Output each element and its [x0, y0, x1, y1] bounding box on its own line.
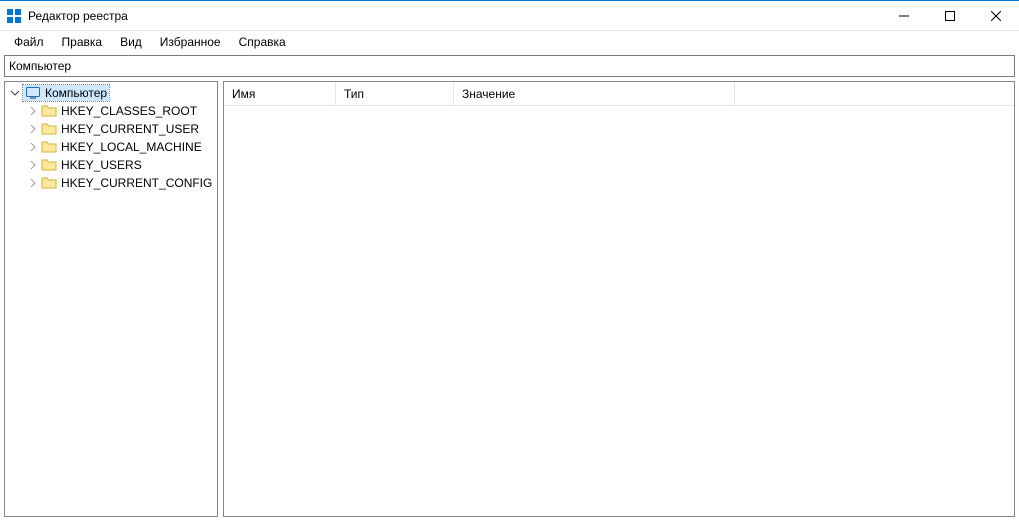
- tree-root-label: Компьютер: [45, 86, 107, 100]
- folder-icon: [41, 139, 57, 155]
- tree-item-label: HKEY_CURRENT_CONFIG: [61, 176, 212, 190]
- window-controls: [881, 1, 1019, 30]
- menu-edit[interactable]: Правка: [54, 33, 111, 51]
- tree-item-hkcr[interactable]: HKEY_CLASSES_ROOT: [5, 102, 217, 120]
- list-pane[interactable]: Имя Тип Значение: [223, 81, 1015, 517]
- menubar: Файл Правка Вид Избранное Справка: [0, 31, 1019, 53]
- column-header-name[interactable]: Имя: [224, 82, 336, 105]
- column-header-filler: [735, 82, 1015, 105]
- maximize-button[interactable]: [927, 1, 973, 30]
- menu-help[interactable]: Справка: [231, 33, 294, 51]
- list-header: Имя Тип Значение: [224, 82, 1014, 106]
- tree-item-label: HKEY_LOCAL_MACHINE: [61, 140, 202, 154]
- tree-root[interactable]: Компьютер: [5, 84, 217, 102]
- tree-item-label: HKEY_CURRENT_USER: [61, 122, 199, 136]
- window-title: Редактор реестра: [28, 9, 128, 23]
- minimize-button[interactable]: [881, 1, 927, 30]
- regedit-app-icon: [6, 8, 22, 24]
- chevron-right-icon[interactable]: [27, 141, 39, 153]
- tree-item-hklm[interactable]: HKEY_LOCAL_MACHINE: [5, 138, 217, 156]
- close-button[interactable]: [973, 1, 1019, 30]
- menu-file[interactable]: Файл: [6, 33, 52, 51]
- column-header-value[interactable]: Значение: [454, 82, 735, 105]
- menu-view[interactable]: Вид: [112, 33, 150, 51]
- tree-item-label: HKEY_CLASSES_ROOT: [61, 104, 197, 118]
- tree-item-label: HKEY_USERS: [61, 158, 142, 172]
- folder-icon: [41, 157, 57, 173]
- chevron-right-icon[interactable]: [27, 177, 39, 189]
- chevron-right-icon[interactable]: [27, 123, 39, 135]
- column-header-type[interactable]: Тип: [336, 82, 454, 105]
- computer-icon: [25, 85, 41, 101]
- titlebar: Редактор реестра: [0, 1, 1019, 31]
- chevron-down-icon[interactable]: [9, 87, 21, 99]
- folder-icon: [41, 175, 57, 191]
- address-path: Компьютер: [9, 59, 71, 73]
- chevron-right-icon[interactable]: [27, 105, 39, 117]
- tree-pane[interactable]: Компьютер HKEY_CLASSES_ROOT HKEY_CURRENT…: [4, 81, 218, 517]
- tree-item-hku[interactable]: HKEY_USERS: [5, 156, 217, 174]
- chevron-right-icon[interactable]: [27, 159, 39, 171]
- address-bar[interactable]: Компьютер: [4, 55, 1015, 77]
- folder-icon: [41, 103, 57, 119]
- menu-favorites[interactable]: Избранное: [152, 33, 229, 51]
- tree-item-hkcu[interactable]: HKEY_CURRENT_USER: [5, 120, 217, 138]
- folder-icon: [41, 121, 57, 137]
- content-area: Компьютер HKEY_CLASSES_ROOT HKEY_CURRENT…: [0, 81, 1019, 521]
- tree-item-hkcc[interactable]: HKEY_CURRENT_CONFIG: [5, 174, 217, 192]
